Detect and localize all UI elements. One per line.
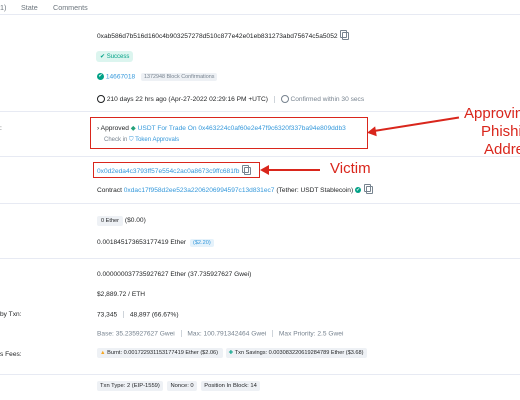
victim-highlight-box <box>93 162 260 178</box>
fee-usd-badge: ($2.20) <box>189 239 214 247</box>
confirmations-badge: 1372948 Block Confirmations <box>141 73 218 82</box>
clock-icon <box>280 95 289 103</box>
tx-hash: 0xab586d7b516d160c4b903257278d510c877e42… <box>97 32 338 40</box>
section-divider <box>0 203 520 204</box>
to-address-link[interactable]: 0xdac17f958d2ee523a2206206994597c13d831e… <box>124 187 275 194</box>
timestamp-row: 210 days 22 hrs ago (Apr-27-2022 02:29:1… <box>97 95 364 103</box>
value-row: 0 Ether ($0.00) <box>97 216 146 226</box>
confirmed-time: Confirmed within 30 secs <box>290 95 365 103</box>
check-circle-icon: ✔ <box>97 73 104 80</box>
timestamp: 210 days 22 hrs ago (Apr-27-2022 02:29:1… <box>106 95 268 103</box>
section-divider <box>0 258 520 259</box>
action-label: : <box>0 125 2 132</box>
annotation-phishing: Phishi <box>481 123 520 140</box>
annotation-arrow-head <box>260 165 269 175</box>
divider <box>272 330 274 337</box>
annotation-address: Addre <box>484 141 520 158</box>
copy-icon[interactable] <box>363 184 373 194</box>
annotation-victim: Victim <box>330 160 371 177</box>
tab-logs[interactable]: 1) <box>0 3 6 12</box>
max-fee: Max: 100.791342464 Gwei <box>187 330 267 338</box>
max-priority-fee: Max Priority: 2.5 Gwei <box>278 330 344 338</box>
tab-bar: 1) State Comments <box>0 0 520 14</box>
other-attributes-row: Txn Type: 2 (EIP-1559) Nonce: 0 Position… <box>97 381 260 391</box>
approval-highlight-box <box>90 117 368 149</box>
section-divider <box>0 374 520 375</box>
tab-divider <box>0 14 520 15</box>
divider <box>180 330 182 337</box>
clock-icon <box>97 95 105 103</box>
gas-price: 0.000000037735927627 Ether (37.735927627… <box>97 271 252 278</box>
nonce-badge: Nonce: 0 <box>167 381 197 391</box>
tab-state[interactable]: State <box>21 3 38 12</box>
gas-usage-label: by Txn: <box>0 311 22 318</box>
annotation-arrow-head <box>366 126 377 138</box>
block-row: ✔ 14667018 1372948 Block Confirmations <box>97 73 218 82</box>
status-badge: ✔ Success <box>96 51 134 62</box>
value-ether-badge: 0 Ether <box>97 216 124 226</box>
annotation-approving: Approving <box>464 105 520 122</box>
burnt-fees-row: ▲ Burnt: 0.001722931153177419 Ether ($2.… <box>97 348 367 358</box>
tab-comments[interactable]: Comments <box>53 3 88 12</box>
burnt-fees-label: s Fees: <box>0 351 22 358</box>
gas-limit: 48,897 (66.67%) <box>129 311 179 319</box>
txn-type-badge: Txn Type: 2 (EIP-1559) <box>97 381 163 391</box>
block-number-link[interactable]: 14667018 <box>106 73 135 80</box>
burnt-fee-badge: ▲ Burnt: 0.001722931153177419 Ether ($2.… <box>97 348 223 358</box>
tx-hash-row: 0xab586d7b516d160c4b903257278d510c877e42… <box>97 30 350 40</box>
divider <box>273 95 275 103</box>
to-name: (Tether: USDT Stablecoin) <box>276 186 354 194</box>
annotation-arrow-line <box>268 169 320 171</box>
verified-check-icon: ✔ <box>355 187 362 193</box>
fire-icon: ▲ <box>100 350 106 356</box>
to-row: Contract 0xdac17f958d2ee523a220620699459… <box>97 184 373 194</box>
position-badge: Position In Block: 14 <box>201 381 260 391</box>
divider <box>123 311 125 318</box>
annotation-arrow-line <box>373 116 460 132</box>
contract-prefix: Contract <box>97 186 122 194</box>
eth-price: $2,889.72 / ETH <box>97 291 146 298</box>
check-circle-icon: ✔ <box>100 54 107 60</box>
fee-row: 0.001845173653177419 Ether ($2.20) <box>97 239 214 247</box>
savings-icon: ✚ <box>228 350 234 356</box>
txn-savings-badge: ✚ Txn Savings: 0.003083220619284789 Ethe… <box>225 348 367 358</box>
gas-fees-row: Base: 35.235927627 Gwei Max: 100.7913424… <box>97 330 343 337</box>
section-divider <box>0 156 520 157</box>
gas-usage-row: 73,345 48,897 (66.67%) <box>97 311 179 318</box>
gas-usage: 73,345 <box>97 311 118 319</box>
value-usd: ($0.00) <box>124 217 146 224</box>
section-divider <box>0 111 520 112</box>
fee-amount: 0.001845173653177419 Ether <box>97 239 187 246</box>
copy-icon[interactable] <box>340 30 350 40</box>
base-fee: Base: 35.235927627 Gwei <box>97 330 175 338</box>
